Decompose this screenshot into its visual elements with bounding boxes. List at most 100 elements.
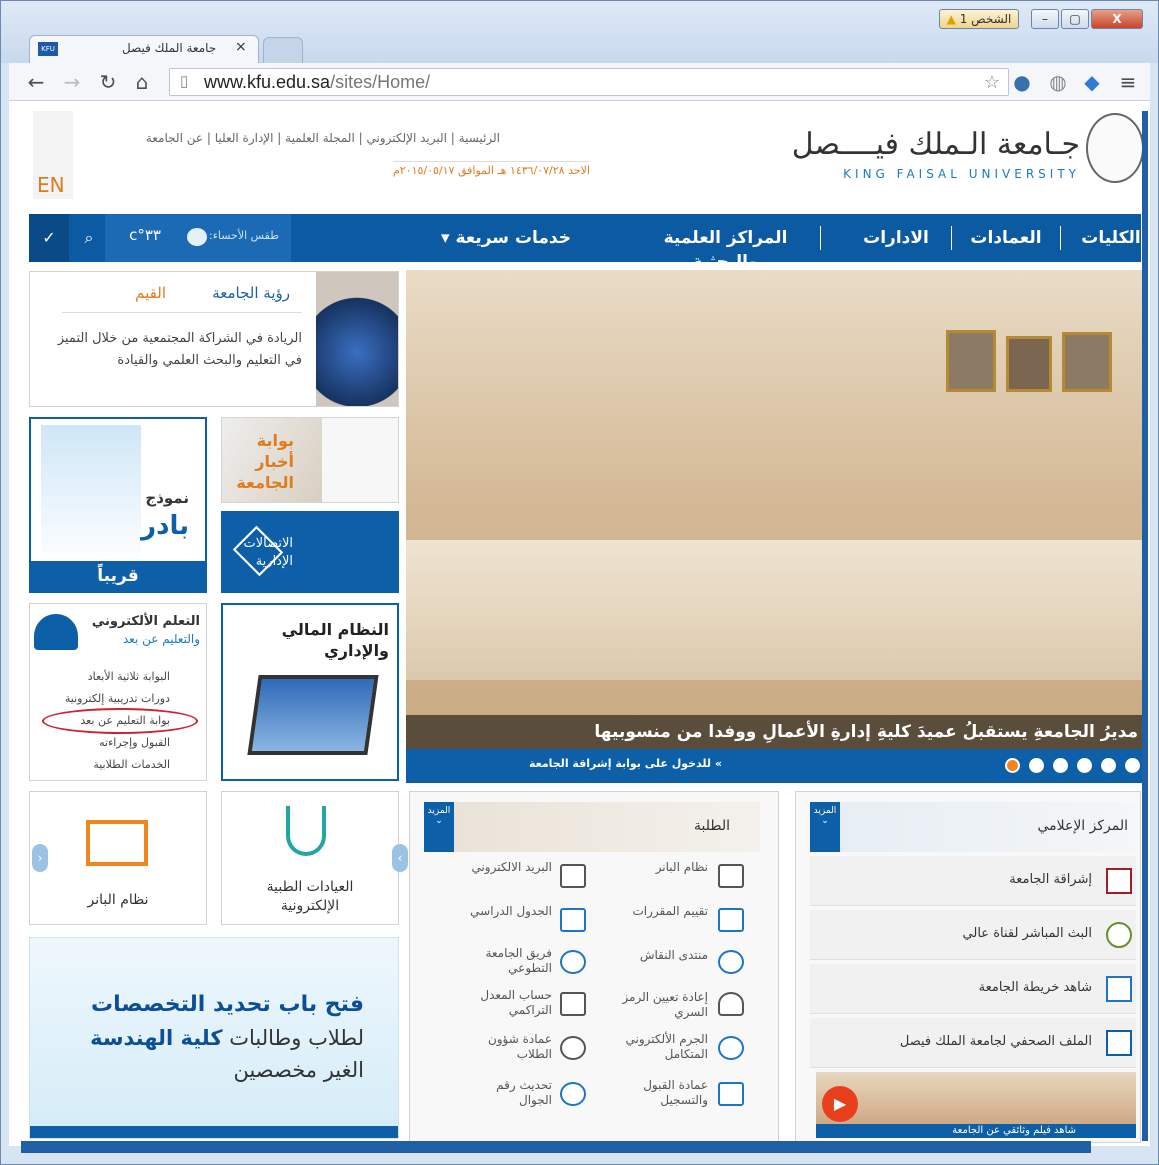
service-label[interactable]: نظام البانر (618, 860, 708, 875)
url-path: /sites/Home/ (330, 72, 431, 92)
main-nav: الكليات العمادات الادارات المراكز العلمي… (29, 214, 1141, 272)
team-icon[interactable] (560, 950, 586, 974)
media-item[interactable]: إشراقة الجامعة (810, 856, 1136, 906)
top-link-journal[interactable]: المجلة العلمية (285, 131, 355, 145)
play-icon[interactable]: ▶ (822, 1086, 858, 1122)
browser-tab[interactable]: KFU جامعة الملك فيصل × (29, 35, 259, 63)
service-label[interactable]: فريق الجامعة التطوعي (462, 946, 552, 976)
check-icon[interactable]: ✓ (29, 214, 69, 262)
slider-dot[interactable] (1101, 758, 1116, 773)
service-label[interactable]: البريد الالكتروني (462, 860, 552, 875)
slider-headline[interactable]: مديرُ الجامعةِ يستقبلُ عميدَ كليةِ إدارة… (406, 715, 1142, 749)
portal-link[interactable]: » للدخول على بوابة إشراقة الجامعة (529, 757, 722, 770)
admin-comm-tile[interactable]: الاتصالات الإدارية (221, 511, 399, 593)
university-seal-icon[interactable] (1086, 113, 1144, 183)
promo-line-2: لطلاب وطالبات كلية الهندسة (90, 1026, 364, 1050)
forum-icon[interactable] (718, 950, 744, 974)
url-domain: www.kfu.edu.sa (204, 72, 331, 92)
service-label[interactable]: تحديث رقم الجوال (462, 1078, 552, 1108)
person-icon[interactable]: ● (1009, 69, 1035, 95)
media-item[interactable]: الملف الصحفي لجامعة الملك فيصل (810, 1018, 1136, 1068)
service-label[interactable]: عمادة شؤون الطلاب (462, 1032, 552, 1062)
nav-deanships[interactable]: العمادات (951, 226, 1061, 250)
top-link-email[interactable]: البريد الإلكتروني (366, 131, 447, 145)
documentary-video[interactable]: ▶ شاهد فيلم وثائقي عن الجامعة (816, 1072, 1136, 1138)
slider-dot[interactable] (1029, 758, 1044, 773)
elearning-item[interactable]: الخدمات الطلابية (93, 758, 170, 771)
elearning-item[interactable]: دورات تدريبية إلكترونية (65, 692, 170, 705)
students-more-button[interactable]: المزيد ⌄ (424, 802, 454, 852)
scrollbar[interactable] (1142, 111, 1148, 1141)
media-item[interactable]: شاهد خريطة الجامعة (810, 964, 1136, 1014)
reload-icon[interactable]: ↻ (95, 69, 121, 95)
slider-dot[interactable] (1077, 758, 1092, 773)
service-label[interactable]: تقييم المقررات (608, 904, 709, 919)
new-tab-button[interactable] (263, 37, 303, 63)
students-services: نظام البانر البريد الالكتروني تقييم المق… (442, 856, 752, 1138)
banner-system-icon[interactable] (718, 864, 744, 888)
slider-dot[interactable] (1125, 758, 1140, 773)
service-label[interactable]: الجدول الدراسي (462, 904, 552, 919)
profile-button[interactable]: ▲ الشخص 1 (939, 9, 1019, 29)
elearning-box: التعلم الألكتروني والتعليم عن بعد البواب… (29, 603, 207, 781)
address-bar[interactable]: ▯ www.kfu.edu.sa/sites/Home/ ☆ (169, 68, 1009, 96)
tab-vision[interactable]: رؤية الجامعة (212, 284, 290, 302)
menu-icon[interactable]: ≡ (1115, 69, 1141, 95)
carousel-prev-icon[interactable]: ‹ (32, 844, 48, 872)
promo-banner[interactable]: فتح باب تحديد التخصصات لطلاب وطالبات كلي… (29, 937, 399, 1139)
service-label[interactable]: عمادة القبول والتسجيل (608, 1078, 708, 1108)
title-bar: KFU جامعة الملك فيصل × ▲ الشخص 1 – ▢ X (1, 1, 1158, 63)
elearning-item[interactable]: البوابة ثلاثية الأبعاد (88, 670, 170, 683)
star-icon[interactable]: ☆ (984, 69, 1000, 95)
finance-tile[interactable]: النظام المالي والإداري (221, 603, 399, 781)
horizontal-scrollbar[interactable] (21, 1141, 1091, 1153)
nav-colleges[interactable]: الكليات (1081, 214, 1141, 262)
service-label[interactable]: الجرم الألكتروني المتكامل (608, 1032, 708, 1062)
network-icon[interactable] (718, 1036, 744, 1060)
top-link-home[interactable]: الرئيسية (459, 131, 500, 145)
chart-icon[interactable] (718, 908, 744, 932)
slider-dot[interactable] (1053, 758, 1068, 773)
key-icon[interactable] (718, 992, 744, 1016)
tab-close-icon[interactable]: × (235, 39, 247, 55)
news-portal-tile[interactable]: بوابة أخبار الجامعة (221, 417, 399, 503)
maximize-button[interactable]: ▢ (1061, 9, 1089, 29)
browser-toolbar: ← → ↻ ⌂ ▯ www.kfu.edu.sa/sites/Home/ ☆ ●… (9, 63, 1150, 101)
top-link-admin[interactable]: الإدارة العليا (215, 131, 274, 145)
banner-system-card[interactable]: نظام البانر ‹ (29, 791, 207, 925)
elearning-item[interactable]: القبول وإجراءته (99, 736, 170, 749)
badir-tile[interactable]: نموذج بادر قريباً (29, 417, 207, 593)
close-button[interactable]: X (1091, 9, 1143, 29)
media-more-button[interactable]: المزيد ⌄ (810, 802, 840, 852)
tab-values[interactable]: القيم (135, 284, 166, 302)
search-icon[interactable]: ⌕ (69, 214, 109, 262)
clipboard-icon[interactable] (718, 1082, 744, 1106)
service-label[interactable]: حساب المعدل التراكمي (462, 988, 552, 1018)
soon-label: قريباً (31, 561, 205, 591)
calculator-icon[interactable] (560, 992, 586, 1016)
cloud-icon (187, 228, 207, 246)
user-check-icon[interactable] (560, 1082, 586, 1106)
minimize-button[interactable]: – (1031, 9, 1059, 29)
envelope-icon[interactable] (560, 864, 586, 888)
nav-quick-services[interactable]: خدمات سريعة ▾ (431, 214, 581, 262)
medical-clinics-card[interactable]: العيادات الطبية الإلكترونية › (221, 791, 408, 925)
chevron-down-icon: ⌄ (821, 816, 829, 826)
calendar-icon[interactable] (560, 908, 586, 932)
lang-toggle[interactable]: EN (37, 173, 65, 197)
nav-research-centers[interactable]: المراكز العلمية والبحثية (631, 226, 821, 272)
nav-departments[interactable]: الادارات (851, 214, 941, 262)
top-link-about[interactable]: عن الجامعة (146, 131, 203, 145)
service-label[interactable]: إعادة تعيين الرمز السري (608, 990, 708, 1020)
globe-icon[interactable]: ◍ (1045, 69, 1071, 95)
news-slider[interactable]: مديرُ الجامعةِ يستقبلُ عميدَ كليةِ إدارة… (406, 270, 1142, 783)
diamond-icon[interactable]: ◆ (1079, 69, 1105, 95)
back-icon[interactable]: ← (23, 69, 49, 95)
media-item[interactable]: البث المباشر لقناة عالي (810, 910, 1136, 960)
home-icon[interactable]: ⌂ (129, 69, 155, 95)
globe-icon[interactable] (560, 1036, 586, 1060)
service-label[interactable]: منتدى النقاش (608, 948, 708, 963)
carousel-next-icon[interactable]: › (392, 844, 408, 872)
forward-icon[interactable]: → (59, 69, 85, 95)
slider-dot-active[interactable] (1005, 758, 1020, 773)
